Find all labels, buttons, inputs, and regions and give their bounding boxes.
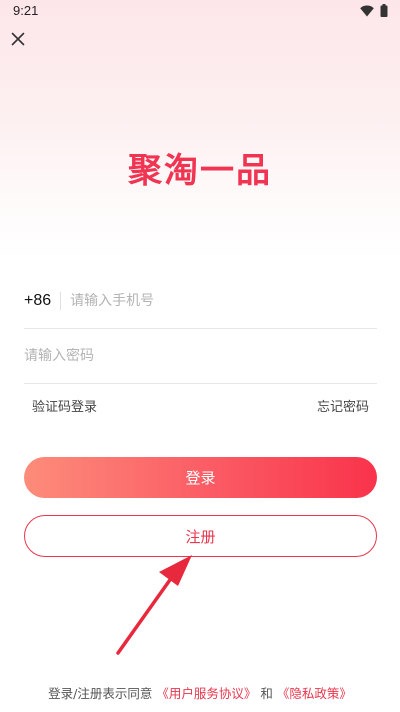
battery-icon (380, 4, 388, 17)
login-button[interactable]: 登录 (24, 457, 377, 498)
status-bar: 9:21 (0, 0, 400, 24)
status-time: 9:21 (13, 3, 39, 18)
close-icon (11, 31, 25, 50)
link-row: 验证码登录 忘记密码 (32, 396, 369, 415)
phone-field: +86 (24, 274, 377, 329)
privacy-policy-link[interactable]: 《隐私政策》 (277, 686, 352, 701)
wifi-icon (360, 5, 374, 17)
phone-input[interactable] (70, 293, 377, 309)
sms-login-link[interactable]: 验证码登录 (32, 396, 97, 415)
country-code-selector[interactable]: +86 (24, 292, 62, 310)
close-button[interactable] (8, 30, 28, 50)
forgot-password-link[interactable]: 忘记密码 (317, 396, 369, 415)
agreement-conjunction: 和 (260, 686, 273, 701)
register-button[interactable]: 注册 (24, 515, 377, 557)
agreement-text: 登录/注册表示同意 《用户服务协议》 和 《隐私政策》 (0, 683, 400, 702)
user-agreement-link[interactable]: 《用户服务协议》 (156, 686, 256, 701)
password-field (24, 329, 377, 384)
arrow-annotation (110, 555, 200, 660)
agreement-prefix: 登录/注册表示同意 (48, 686, 153, 701)
status-icons (360, 4, 388, 17)
app-title: 聚淘一品 (128, 151, 272, 191)
password-input[interactable] (24, 348, 377, 364)
